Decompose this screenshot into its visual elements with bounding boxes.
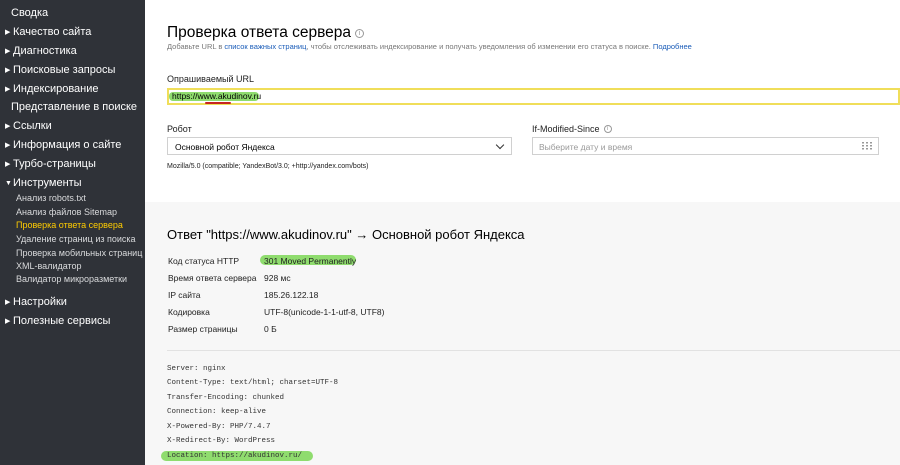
chevron-down-icon [495,140,505,150]
triangle-right-icon: ▶ [5,123,11,130]
sidebar-subitem-remove-pages[interactable]: Удаление страниц из поиска [16,234,136,244]
sidebar-subitem-microdata-validator[interactable]: Валидатор микроразметки [16,274,127,284]
robot-select-value: Основной робот Яндекса [175,142,275,152]
page-size-label: Размер страницы [168,324,238,334]
response-header-line: X-Redirect-By: WordPress [167,437,276,445]
main-content: Проверка ответа сервера i Добавьте URL в … [145,0,900,465]
sidebar-item-diagnostics[interactable]: ▶ Диагностика [5,45,77,57]
triangle-right-icon: ▶ [5,29,11,36]
triangle-right-icon: ▶ [5,299,11,306]
site-ip-label: IP сайта [168,290,201,300]
status-code-label: Код статуса HTTP [168,256,240,266]
sidebar-item-turbo-pages[interactable]: ▶ Турбо-страницы [5,158,96,170]
page-subtitle: Добавьте URL в список важных страниц, чт… [167,42,692,51]
sidebar-subitem-server-response[interactable]: Проверка ответа сервера [16,220,123,230]
user-agent-text: Mozilla/5.0 (compatible; YandexBot/3.0; … [167,163,369,170]
response-time-label: Время ответа сервера [168,273,257,283]
response-header-line: X-Powered-By: PHP/7.4.7 [167,423,271,431]
response-time-value: 928 мс [264,273,291,283]
sidebar-subitem-xml-validator[interactable]: XML-валидатор [16,261,82,271]
response-header-line: Server: nginx [167,365,226,373]
triangle-right-icon: ▶ [5,142,11,149]
url-field-label: Опрашиваемый URL [167,74,255,84]
sidebar-item-search-appearance[interactable]: Представление в поиске [11,101,137,113]
sidebar-item-tools[interactable]: ▼Инструменты [5,177,82,189]
more-info-link[interactable]: Подробнее [653,42,692,51]
request-form-panel: Проверка ответа сервера i Добавьте URL в … [145,0,900,202]
sidebar-item-links[interactable]: ▶ Ссылки [5,120,52,132]
sidebar-item-useful-services[interactable]: ▶ Полезные сервисы [5,315,110,327]
page-title: Проверка ответа сервера i [167,24,365,42]
encoding-label: Кодировка [168,307,210,317]
response-header-line: Connection: keep-alive [167,408,267,416]
info-icon[interactable]: i [603,125,612,133]
sidebar-item-svodka[interactable]: Сводка [11,7,48,19]
sidebar-subitem-robots[interactable]: Анализ robots.txt [16,193,86,203]
page-size-value: 0 Б [264,324,277,334]
ims-field-label: If-Modified-Since i [532,124,612,134]
sidebar-subitem-sitemap[interactable]: Анализ файлов Sitemap [16,207,117,217]
response-header-line: Transfer-Encoding: chunked [167,394,285,402]
status-code-value: 301 Moved Permanently [264,256,357,266]
if-modified-since-input[interactable]: Выберите дату и время [532,137,879,155]
site-ip-value: 185.26.122.18 [264,290,319,300]
response-header-line: Content-Type: text/html; charset=UTF-8 [167,379,339,387]
triangle-right-icon: ▶ [5,48,11,55]
response-header-location: Location: https://akudinov.ru/ [167,452,303,460]
triangle-right-icon: ▶ [5,86,11,93]
important-pages-link[interactable]: список важных страниц [224,42,306,51]
sidebar-item-search-queries[interactable]: ▶ Поисковые запросы [5,64,115,76]
sidebar-item-site-info[interactable]: ▶ Информация о сайте [5,139,121,151]
calendar-icon[interactable] [862,142,872,150]
divider [167,350,900,351]
url-input-value: https://www.akudinov.ru [172,91,262,101]
sidebar-item-site-quality[interactable]: ▶ Качество сайта [5,26,91,38]
encoding-value: UTF-8(unicode-1-1-utf-8, UTF8) [264,307,385,317]
sidebar-item-settings[interactable]: ▶ Настройки [5,296,67,308]
url-input[interactable] [167,88,900,105]
robot-field-label: Робот [167,124,192,134]
url-underline-marker [205,102,231,104]
triangle-right-icon: ▶ [5,318,11,325]
date-input-placeholder: Выберите дату и время [539,142,633,152]
triangle-down-icon: ▼ [5,180,12,187]
triangle-right-icon: ▶ [5,67,11,74]
sidebar-subitem-mobile-check[interactable]: Проверка мобильных страниц [16,248,142,258]
info-icon[interactable]: i [355,29,365,38]
sidebar: Сводка ▶ Качество сайта ▶ Диагностика ▶ Пои… [0,0,145,465]
sidebar-item-indexing[interactable]: ▶ Индексирование [5,83,99,95]
triangle-right-icon: ▶ [5,161,11,168]
response-panel: Ответ "https://www.akudinov.ru" → Основн… [145,202,900,465]
response-title: Ответ "https://www.akudinov.ru" → Основн… [167,227,525,242]
robot-select[interactable]: Основной робот Яндекса [167,137,512,155]
